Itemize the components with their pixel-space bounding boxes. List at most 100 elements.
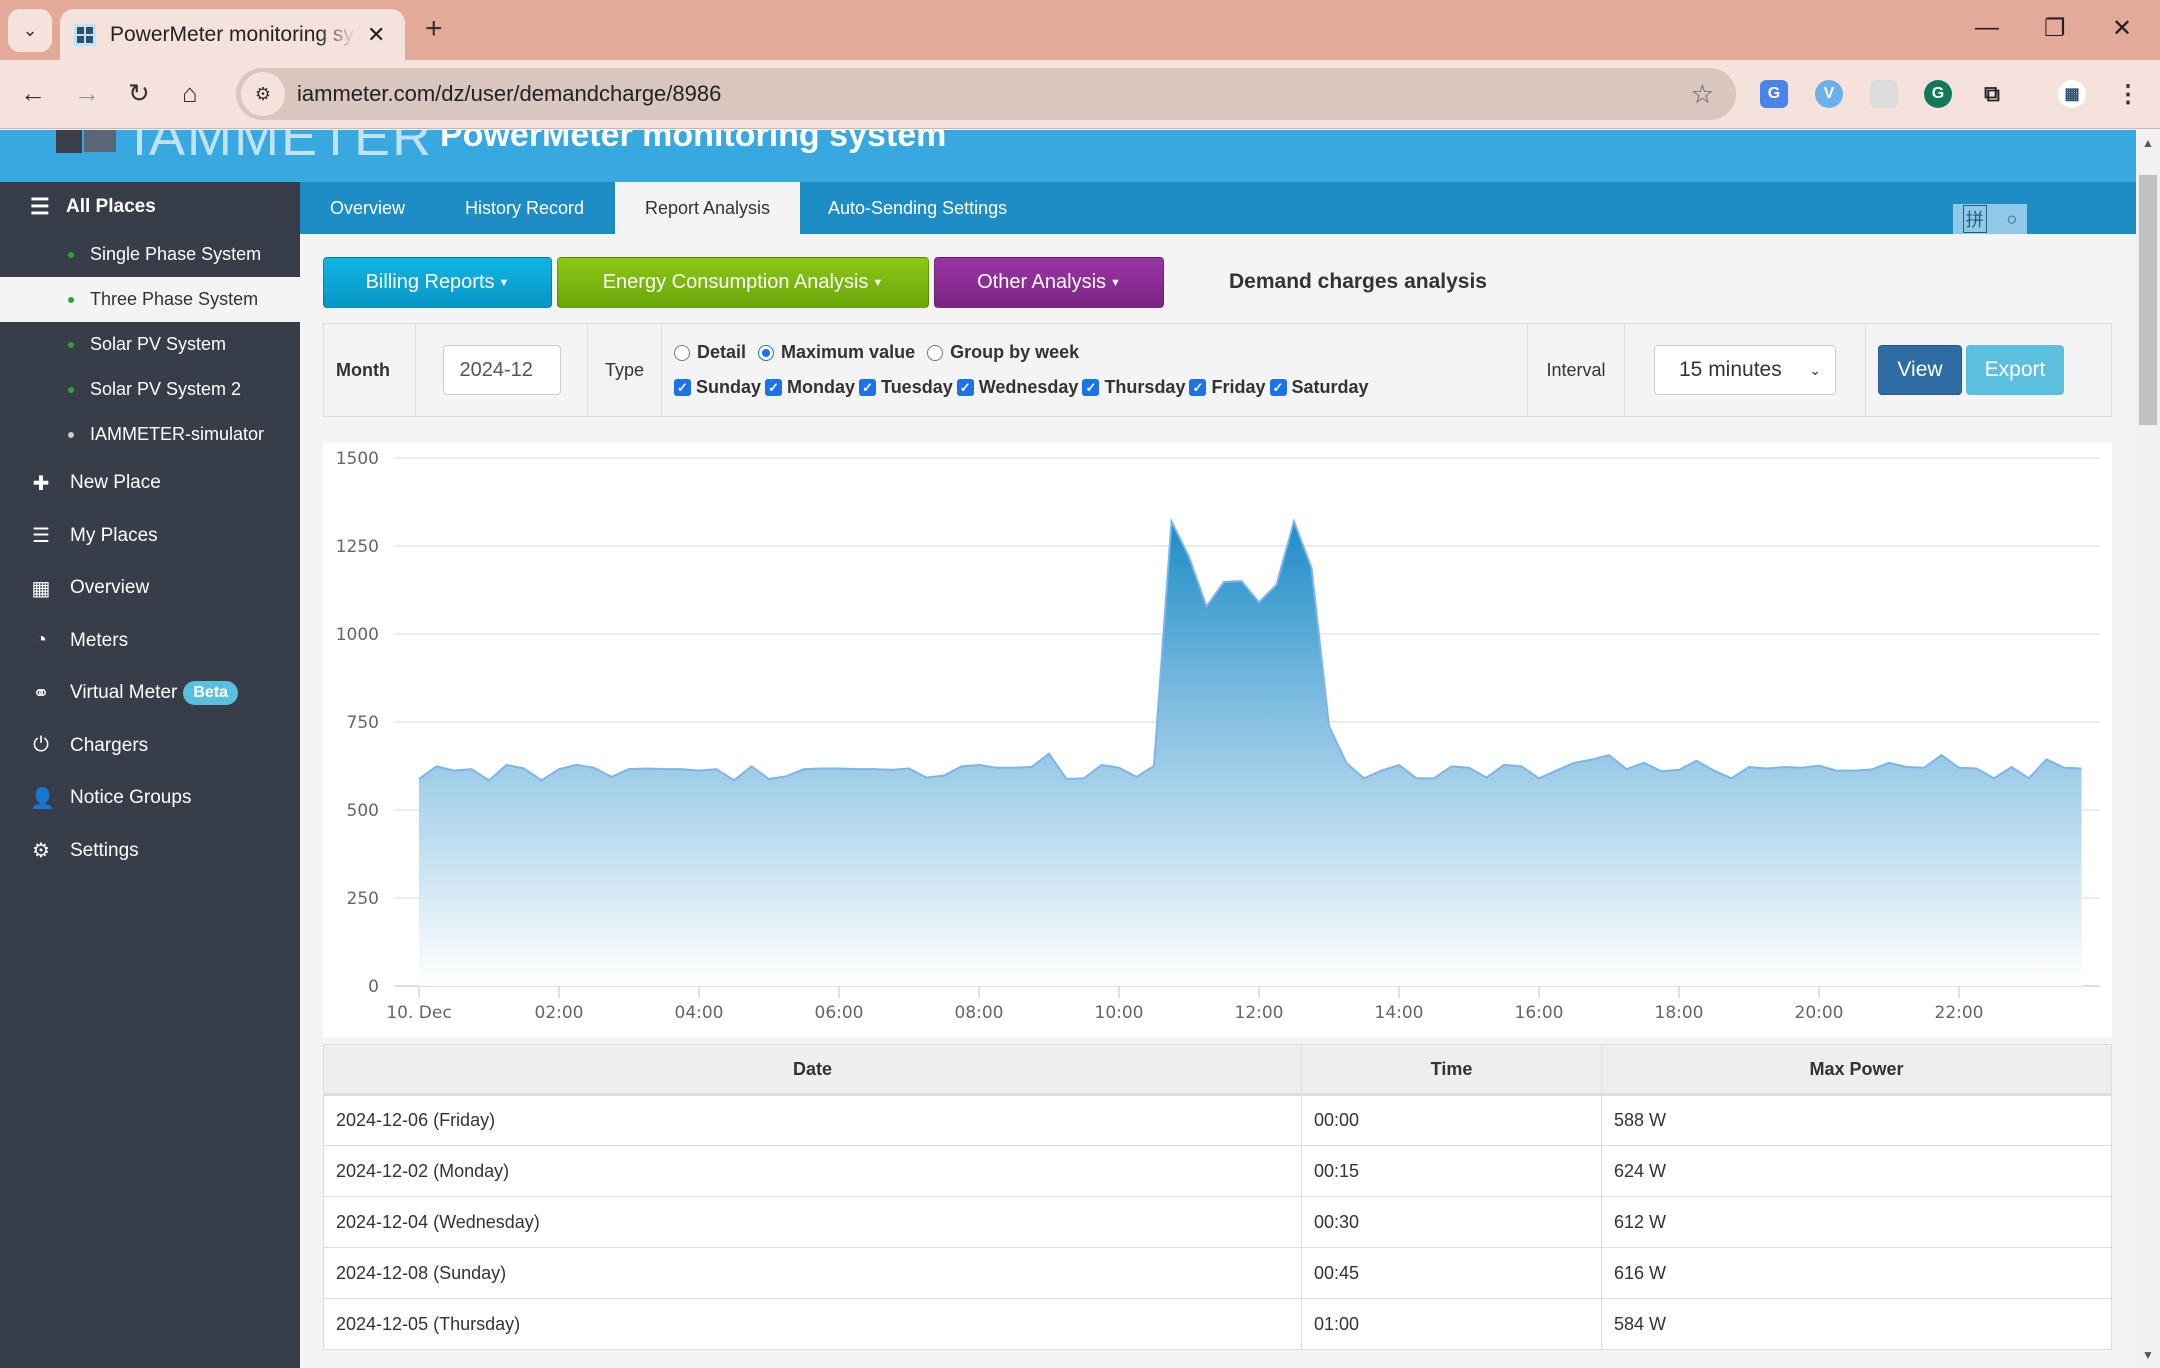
sidebar-item-my-places[interactable]: ☰ My Places [0, 510, 300, 563]
chevron-down-icon: ⌄ [22, 20, 38, 40]
minimize-icon[interactable]: — [1975, 14, 1999, 42]
option-label: Tuesday [881, 377, 953, 397]
day-checkbox-tuesday[interactable]: ✓ Tuesday [859, 377, 953, 398]
tab-search-button[interactable]: ⌄ [8, 9, 52, 52]
option-label: Sunday [696, 377, 762, 397]
checkbox[interactable]: ✓ [1269, 379, 1287, 396]
sidebar-place-item[interactable]: Three Phase System [0, 277, 300, 322]
sidebar-place-item[interactable]: Single Phase System [0, 232, 300, 277]
scroll-up-icon[interactable]: ▲ [2142, 136, 2154, 150]
table-cell: 612 W [1601, 1196, 2112, 1248]
vpn-icon[interactable]: V [1815, 80, 1843, 108]
forward-icon[interactable]: → [74, 78, 100, 109]
view-button[interactable]: View [1878, 345, 1962, 395]
ime-toolbar[interactable]: 拼 ○ [1953, 204, 2027, 234]
tab-label: History Record [465, 197, 585, 218]
reload-icon[interactable]: ↻ [128, 78, 150, 109]
address-bar[interactable]: ⚙ iammeter.com/dz/user/demandcharge/8986… [236, 68, 1736, 120]
sidebar: ☰ All Places Single Phase System Three Ph… [0, 182, 300, 1368]
checkbox[interactable]: ✓ [1082, 379, 1100, 396]
x-tick-label: 10:00 [1095, 1003, 1144, 1023]
google-translate-icon[interactable]: G [1760, 80, 1788, 108]
scroll-down-icon[interactable]: ▼ [2142, 1348, 2154, 1362]
y-tick-label: 1000 [336, 625, 379, 645]
type-option-maximum-value[interactable]: Maximum value [758, 342, 915, 363]
y-tick-label: 1500 [336, 449, 379, 469]
sidebar-place-item[interactable]: Solar PV System 2 [0, 367, 300, 412]
tab-report-analysis[interactable]: Report Analysis [615, 182, 801, 234]
sidebar-all-places[interactable]: ☰ All Places [0, 182, 300, 232]
sidebar-item-meters[interactable]: ◔ Meters [0, 615, 300, 668]
restore-icon[interactable]: ❐ [2044, 14, 2066, 43]
radio-button[interactable] [927, 344, 944, 361]
sidebar-item-label: Overview [70, 577, 150, 599]
billing-reports-button[interactable]: Billing Reports ▼ [323, 257, 552, 308]
day-checkbox-saturday[interactable]: ✓ Saturday [1269, 377, 1369, 398]
radio-button[interactable] [674, 344, 690, 361]
sidebar-place-item[interactable]: IAMMETER-simulator [0, 412, 300, 457]
back-icon[interactable]: ← [20, 78, 46, 109]
power-icon: ⏻ [33, 734, 49, 757]
energy-consumption-analysis-button[interactable]: Energy Consumption Analysis ▼ [557, 257, 929, 308]
screenshot-icon[interactable] [1870, 80, 1898, 108]
logo-text[interactable]: IAMMETER [132, 130, 433, 168]
page-scrollbar[interactable]: ▲ ▼ [2136, 130, 2160, 1368]
sidebar-item-new-place[interactable]: ✚ New Place [0, 457, 300, 510]
sidebar-item-label: New Place [70, 472, 161, 494]
close-tab-icon[interactable]: ✕ [367, 22, 385, 48]
extensions-icon[interactable]: ⧉ [1978, 80, 2006, 108]
checkbox[interactable]: ✓ [1189, 379, 1207, 396]
dashboard-icon: ◔ [34, 629, 48, 652]
bookmark-star-icon[interactable]: ☆ [1691, 79, 1714, 110]
sidebar-item-virtual-meter[interactable]: ⚭ Virtual Meter Beta [0, 667, 300, 720]
day-checkbox-friday[interactable]: ✓ Friday [1189, 377, 1266, 398]
sidebar-item-settings[interactable]: ⚙ Settings [0, 825, 300, 878]
new-tab-button[interactable]: + [425, 12, 443, 46]
scrollbar-thumb[interactable] [2139, 175, 2157, 425]
y-tick-label: 750 [347, 713, 379, 733]
profile-avatar-icon[interactable]: ▦ [2058, 80, 2086, 108]
month-label: Month [324, 324, 416, 416]
browser-menu-icon[interactable]: ⋮ [2114, 80, 2142, 108]
type-option-detail[interactable]: Detail [674, 342, 746, 363]
list-icon: ☰ [30, 194, 50, 219]
site-settings-icon[interactable]: ⚙ [241, 72, 285, 116]
close-window-icon[interactable]: ✕ [2112, 14, 2132, 43]
url-text[interactable]: iammeter.com/dz/user/demandcharge/8986 [297, 81, 721, 107]
day-checkbox-monday[interactable]: ✓ Monday [765, 377, 855, 398]
month-input[interactable] [442, 345, 561, 395]
tab-auto-sending-settings[interactable]: Auto-Sending Settings [798, 182, 1037, 234]
table-cell: 2024-12-04 (Wednesday) [323, 1196, 1302, 1248]
link-icon: ⚭ [32, 682, 50, 705]
column-header-time[interactable]: Time [1301, 1044, 1602, 1096]
checkbox[interactable]: ✓ [956, 379, 974, 396]
type-option-group-by-week[interactable]: Group by week [927, 342, 1079, 363]
sidebar-place-label: IAMMETER-simulator [90, 424, 265, 444]
checkbox[interactable]: ✓ [859, 379, 877, 396]
table-cell: 2024-12-02 (Monday) [323, 1145, 1302, 1197]
day-checkbox-sunday[interactable]: ✓ Sunday [674, 377, 761, 398]
grammarly-icon[interactable]: G [1924, 80, 1952, 108]
sidebar-place-item[interactable]: Solar PV System [0, 322, 300, 367]
tab-history-record[interactable]: History Record [435, 182, 614, 234]
day-checkbox-wednesday[interactable]: ✓ Wednesday [956, 377, 1078, 398]
interval-select[interactable]: 15 minutes ⌄ [1654, 345, 1836, 395]
browser-tab[interactable]: PowerMeter monitoring system ✕ [60, 9, 405, 60]
radio-button[interactable] [758, 344, 775, 361]
checkbox[interactable]: ✓ [765, 379, 783, 396]
x-tick-label: 14:00 [1375, 1003, 1424, 1023]
home-icon[interactable]: ⌂ [182, 78, 198, 109]
column-header-max-power[interactable]: Max Power [1601, 1044, 2112, 1096]
day-checkbox-thursday[interactable]: ✓ Thursday [1082, 377, 1185, 398]
tab-overview[interactable]: Overview [300, 182, 435, 234]
column-header-date[interactable]: Date [323, 1044, 1302, 1096]
tab-label: Report Analysis [645, 197, 771, 218]
y-tick-label: 500 [347, 801, 379, 821]
other-analysis-button[interactable]: Other Analysis ▼ [934, 257, 1164, 308]
sidebar-item-chargers[interactable]: ⏻ Chargers [0, 720, 300, 773]
sidebar-item-notice-groups[interactable]: 👤 Notice Groups [0, 772, 300, 825]
sidebar-item-overview[interactable]: ▦ Overview [0, 562, 300, 615]
browser-toolbar: ← → ↻ ⌂ ⚙ iammeter.com/dz/user/demandcha… [0, 60, 2160, 129]
export-button[interactable]: Export [1966, 345, 2064, 395]
checkbox[interactable]: ✓ [674, 379, 691, 396]
